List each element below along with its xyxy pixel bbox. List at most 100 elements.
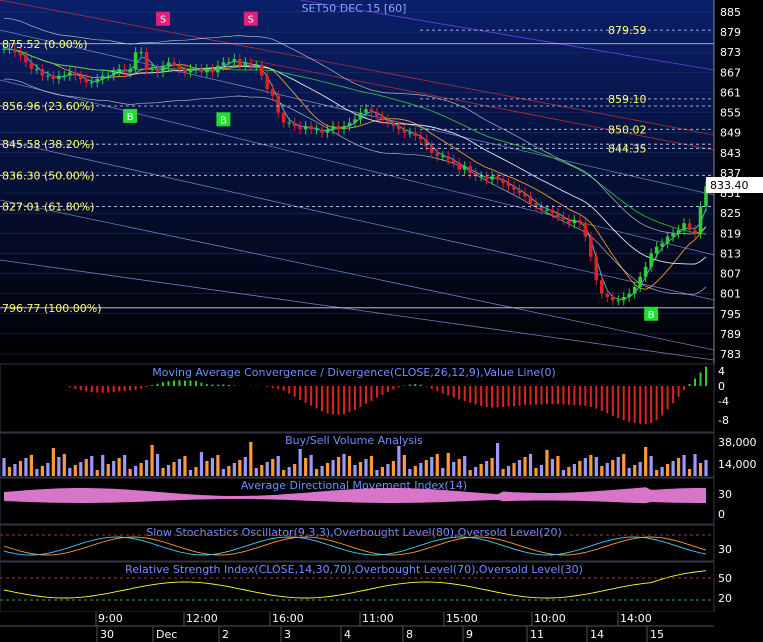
volume-bar bbox=[693, 454, 697, 476]
chart-title: SET50 DEC 15 [60] bbox=[302, 2, 407, 15]
volume-bar bbox=[183, 456, 187, 476]
volume-bar bbox=[386, 464, 390, 476]
date-label: Dec bbox=[156, 628, 177, 641]
candle-body bbox=[556, 213, 560, 217]
candle-body bbox=[325, 129, 330, 133]
volume-bar bbox=[51, 448, 55, 476]
volume-bar bbox=[676, 458, 681, 476]
volume-bar bbox=[435, 454, 439, 476]
candle-body bbox=[210, 69, 215, 73]
volume-bar bbox=[452, 462, 456, 476]
candle-body bbox=[265, 75, 270, 90]
stochastic-tick-label: 30 bbox=[718, 543, 732, 556]
volume-bar bbox=[506, 466, 511, 476]
volume-bar bbox=[57, 457, 61, 476]
volume-bar bbox=[194, 467, 198, 476]
candle-body bbox=[68, 72, 72, 76]
volume-bar bbox=[95, 470, 99, 476]
candle-body bbox=[29, 62, 34, 69]
candle-body bbox=[331, 126, 335, 130]
candle-body bbox=[221, 62, 226, 66]
candle-body bbox=[539, 206, 544, 210]
candle-body bbox=[314, 129, 319, 131]
macd-tick-label: 0 bbox=[718, 380, 725, 393]
candle-body bbox=[172, 62, 176, 66]
candle-body bbox=[605, 293, 610, 297]
macd-tick-label: -4 bbox=[718, 395, 729, 408]
candle-body bbox=[567, 219, 571, 224]
volume-bar bbox=[271, 459, 275, 476]
volume-bar bbox=[24, 458, 28, 476]
candle-body bbox=[24, 55, 28, 63]
time-label: 14:00 bbox=[620, 612, 652, 625]
price-tick-label: 885 bbox=[720, 6, 741, 19]
candle-body bbox=[523, 193, 527, 197]
candle-body bbox=[84, 79, 89, 83]
candle-body bbox=[122, 69, 127, 73]
candle-body bbox=[397, 126, 401, 130]
candle-body bbox=[106, 75, 111, 77]
candle-body bbox=[18, 52, 23, 56]
candle-body bbox=[347, 122, 352, 126]
volume-bar bbox=[172, 462, 176, 476]
date-label: 4 bbox=[344, 628, 351, 641]
candle-body bbox=[78, 75, 83, 80]
volume-bar bbox=[139, 463, 143, 476]
candle-body bbox=[583, 223, 588, 237]
volume-bar bbox=[331, 460, 335, 476]
volume-bar bbox=[413, 466, 417, 476]
candle-body bbox=[276, 95, 281, 113]
candle-body bbox=[671, 233, 675, 237]
volume-bar bbox=[600, 466, 604, 476]
candle-body bbox=[375, 112, 379, 116]
macd-tick-label: -8 bbox=[718, 414, 729, 427]
candle-body bbox=[621, 297, 626, 301]
fib-level-label: 845.58 (38.20%) bbox=[2, 138, 95, 151]
volume-bar bbox=[155, 454, 160, 476]
price-tick-label: 783 bbox=[720, 348, 741, 361]
macd-tick-label: 4 bbox=[718, 365, 725, 378]
candle-body bbox=[205, 69, 209, 73]
volume-bar bbox=[18, 461, 23, 476]
volume-bar bbox=[666, 464, 670, 476]
volume-bar bbox=[40, 466, 44, 476]
candle-body bbox=[391, 122, 396, 126]
candle-body bbox=[177, 65, 182, 69]
candle-body bbox=[495, 176, 500, 180]
signal-marker-label: B bbox=[648, 310, 655, 321]
volume-bar bbox=[325, 463, 330, 476]
volume-bar bbox=[589, 455, 593, 476]
volume-bar bbox=[166, 465, 171, 476]
signal-marker-label: B bbox=[127, 112, 134, 123]
candle-body bbox=[188, 69, 193, 73]
chart-canvas: SET50 DEC 15 [60] 875.52 (0.00%) 856.96 (… bbox=[0, 0, 763, 642]
volume-bar bbox=[633, 465, 637, 476]
signal-marker-label: S bbox=[248, 15, 254, 26]
volume-bar bbox=[123, 455, 127, 476]
volume-bar bbox=[616, 457, 620, 476]
volume-bar bbox=[611, 460, 615, 476]
rsi-tick-label: 50 bbox=[718, 572, 732, 585]
candle-body bbox=[336, 126, 341, 130]
volume-bar bbox=[128, 469, 132, 476]
candle-body bbox=[654, 246, 659, 254]
time-label: 12:00 bbox=[186, 612, 218, 625]
candle-body bbox=[386, 119, 390, 123]
fib-level-label: 856.96 (23.60%) bbox=[2, 100, 95, 113]
indicator-axes: 4 0 -4 -8 38,000 14,000 30 0 30 50 20 bbox=[718, 365, 757, 605]
volume-bar bbox=[293, 464, 297, 476]
volume-bar bbox=[364, 459, 368, 476]
volume-bar bbox=[561, 470, 566, 476]
candle-body bbox=[73, 72, 78, 76]
volume-bar bbox=[243, 457, 247, 476]
volume-tick-label: 14,000 bbox=[718, 458, 757, 471]
price-tick-label: 819 bbox=[720, 227, 741, 240]
candle-body bbox=[687, 223, 692, 230]
volume-bar bbox=[150, 445, 154, 476]
candle-body bbox=[259, 65, 264, 76]
volume-bar bbox=[644, 447, 648, 476]
volume-bar bbox=[68, 468, 72, 476]
volume-bar bbox=[457, 459, 461, 476]
candle-body bbox=[380, 115, 385, 120]
candle-body bbox=[698, 206, 703, 234]
